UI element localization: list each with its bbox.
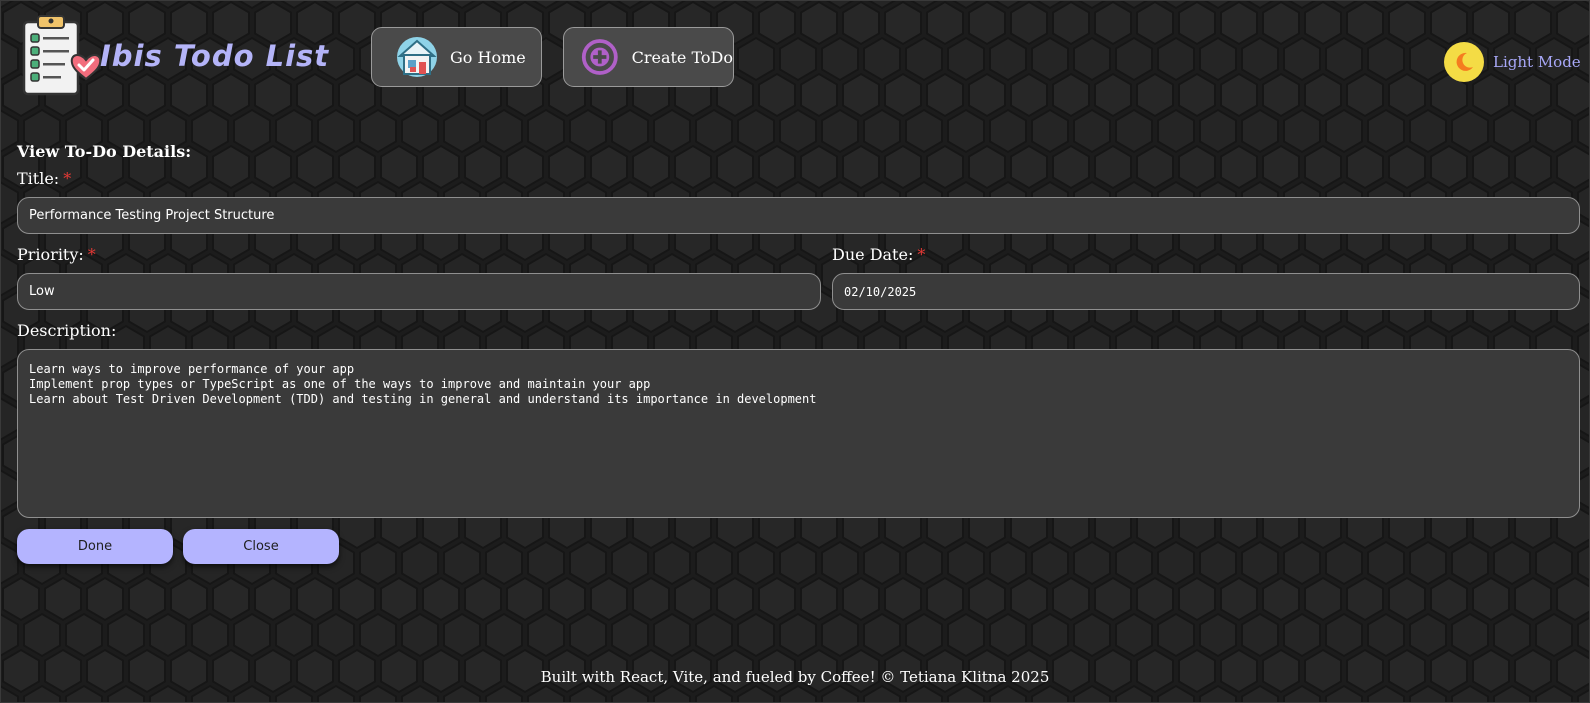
description-line: Implement prop types or TypeScript as on…	[29, 377, 651, 391]
required-marker: *	[63, 169, 72, 188]
moon-icon	[1444, 42, 1484, 82]
title-field[interactable]: Performance Testing Project Structure	[17, 197, 1580, 234]
form-heading: View To-Do Details:	[17, 142, 192, 161]
due-date-label-text: Due Date:	[832, 245, 914, 264]
done-button[interactable]: Done	[17, 529, 173, 564]
plus-circle-icon	[581, 39, 618, 75]
priority-field[interactable]: Low	[17, 273, 821, 310]
house-icon	[397, 37, 437, 77]
priority-label: Priority: *	[17, 245, 96, 264]
due-date-field[interactable]: 02/10/2025	[832, 273, 1580, 310]
description-field[interactable]: Learn ways to improve performance of you…	[17, 349, 1580, 518]
app-root: Ibis Todo List Go Home Create ToDo Light…	[0, 0, 1590, 703]
brand[interactable]: Ibis Todo List	[20, 14, 329, 98]
app-title: Ibis Todo List	[100, 39, 330, 73]
theme-toggle-label: Light Mode	[1493, 53, 1581, 71]
footer-text: Built with React, Vite, and fueled by Co…	[540, 668, 1050, 686]
title-label-text: Title:	[17, 169, 60, 188]
priority-label-text: Priority:	[17, 245, 84, 264]
close-button[interactable]: Close	[183, 529, 339, 564]
go-home-button[interactable]: Go Home	[371, 27, 542, 87]
required-marker: *	[87, 245, 96, 264]
description-line: Learn ways to improve performance of you…	[29, 362, 355, 376]
create-todo-button[interactable]: Create ToDo	[563, 27, 734, 87]
create-todo-label: Create ToDo	[631, 47, 733, 67]
go-home-label: Go Home	[450, 47, 526, 67]
clipboard-checklist-heart-icon	[22, 15, 102, 96]
description-line: Learn about Test Driven Development (TDD…	[29, 392, 817, 406]
theme-toggle[interactable]: Light Mode	[1444, 42, 1581, 82]
required-marker: *	[917, 245, 926, 264]
due-date-label: Due Date: *	[832, 245, 925, 264]
description-label: Description:	[17, 321, 117, 340]
title-label: Title: *	[17, 169, 71, 188]
